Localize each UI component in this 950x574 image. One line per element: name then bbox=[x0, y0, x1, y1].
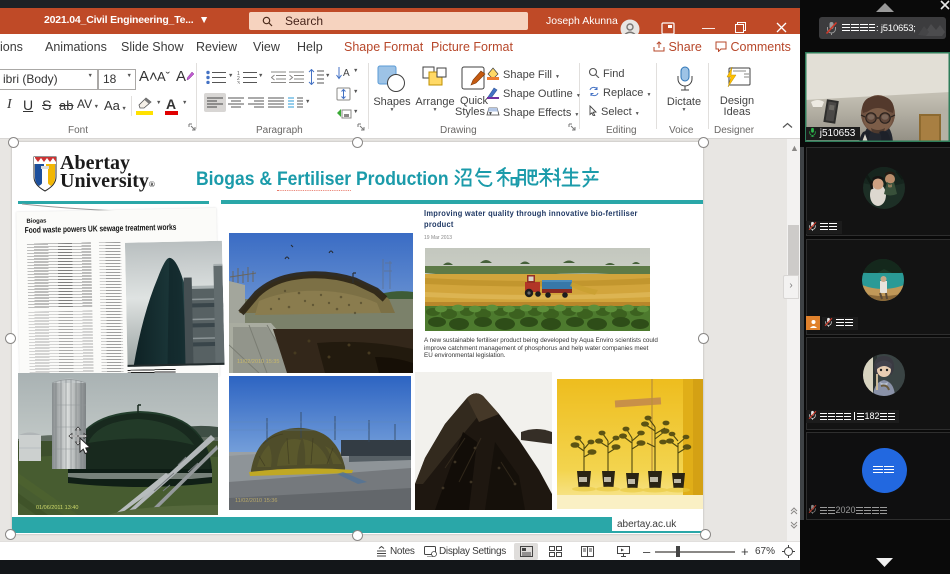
svg-text:11/02/2010 15:35: 11/02/2010 15:35 bbox=[237, 359, 279, 365]
svg-text:A: A bbox=[343, 68, 350, 79]
svg-text:11/02/2010 15:36: 11/02/2010 15:36 bbox=[235, 498, 277, 504]
svg-text:3: 3 bbox=[237, 81, 240, 84]
svg-text:01/06/2011 13:40: 01/06/2011 13:40 bbox=[36, 505, 78, 511]
